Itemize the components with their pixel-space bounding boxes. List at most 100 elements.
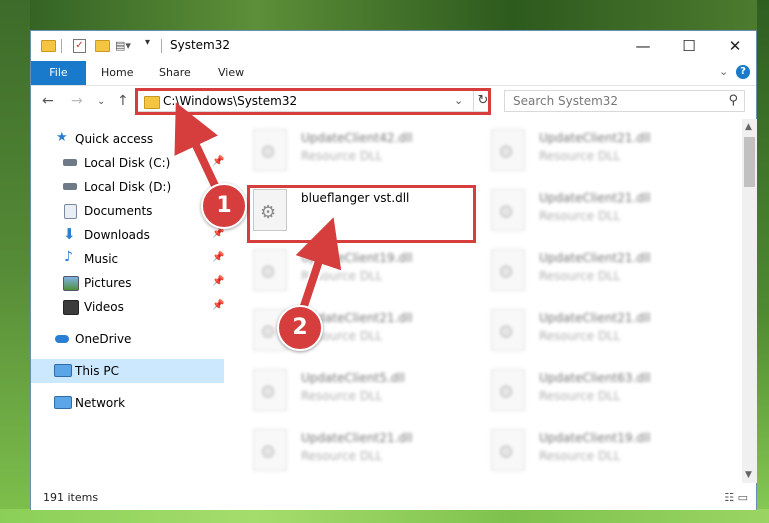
recent-locations-icon[interactable]: ⌄ xyxy=(97,96,105,107)
up-icon[interactable]: ↑ xyxy=(117,93,129,109)
file-type: Resource DLL xyxy=(301,269,383,283)
sidebar-item-label: OneDrive xyxy=(75,332,132,346)
file-type: Resource DLL xyxy=(539,389,621,403)
dll-file-icon: ⚙ xyxy=(491,249,525,291)
maximize-button[interactable]: ☐ xyxy=(666,31,712,61)
gear-icon: ⚙ xyxy=(498,202,515,223)
file-type: Resource DLL xyxy=(539,269,621,283)
quick-access-dropdown-icon[interactable]: ▾ xyxy=(145,37,150,53)
drive-icon xyxy=(63,183,77,190)
list-item[interactable]: ⚙ UpdateClient63.dll Resource DLL xyxy=(491,369,717,423)
sidebar-item-label: Videos xyxy=(84,300,124,314)
list-item[interactable]: ⚙ UpdateClient21.dll Resource DLL xyxy=(253,429,479,483)
sidebar-item-onedrive[interactable]: OneDrive xyxy=(31,327,224,351)
file-type: Resource DLL xyxy=(539,209,621,223)
gear-icon: ⚙ xyxy=(260,382,277,403)
list-item[interactable]: ⚙ UpdateClient21.dll Resource DLL xyxy=(491,249,717,303)
file-type: Resource DLL xyxy=(539,449,621,463)
list-item[interactable]: ⚙ UpdateClient19.dll Resource DLL xyxy=(491,429,717,483)
pictures-icon xyxy=(63,276,79,291)
sidebar-item-network[interactable]: Network xyxy=(31,391,224,415)
forward-icon[interactable]: → xyxy=(71,93,83,109)
sidebar-item-local-disk-c[interactable]: Local Disk (C:) 📌 xyxy=(31,151,224,175)
sidebar-item-label: Quick access xyxy=(75,132,154,146)
scroll-down-icon[interactable]: ▼ xyxy=(745,470,752,480)
sidebar-item-local-disk-d[interactable]: Local Disk (D:) xyxy=(31,175,224,199)
list-item[interactable]: ⚙ UpdateClient21.dll Resource DLL xyxy=(491,129,717,183)
sidebar-item-videos[interactable]: Videos 📌 xyxy=(31,295,224,319)
gear-icon: ⚙ xyxy=(260,142,277,163)
search-input[interactable]: Search System32 ⚲ xyxy=(504,90,745,112)
properties-check-icon[interactable]: ✓ xyxy=(73,39,86,53)
sidebar-item-downloads[interactable]: ⬇ Downloads 📌 xyxy=(31,223,224,247)
step-2-badge: 2 xyxy=(277,305,323,351)
desktop-background-bottom xyxy=(0,509,769,523)
navigation-pane: ★ Quick access Local Disk (C:) 📌 Local D… xyxy=(31,119,224,483)
toolbar-separator xyxy=(61,39,62,53)
dll-file-icon: ⚙ xyxy=(491,369,525,411)
sidebar-item-quick-access[interactable]: ★ Quick access xyxy=(31,127,224,151)
search-placeholder: Search System32 xyxy=(513,94,619,108)
search-icon[interactable]: ⚲ xyxy=(728,93,738,108)
sidebar-item-label: Local Disk (D:) xyxy=(84,180,172,194)
list-item[interactable]: ⚙ UpdateClient21.dll Resource DLL xyxy=(491,309,717,363)
file-name: UpdateClient5.dll xyxy=(301,371,405,385)
tab-view[interactable]: View xyxy=(218,61,244,85)
minimize-button[interactable]: — xyxy=(620,31,666,61)
file-type: Resource DLL xyxy=(301,149,383,163)
network-icon xyxy=(54,396,72,409)
dll-file-icon: ⚙ xyxy=(253,129,287,171)
address-highlight-box xyxy=(135,88,491,115)
drive-icon xyxy=(63,159,77,166)
list-item[interactable]: ⚙ UpdateClient21.dll Resource DLL xyxy=(491,189,717,243)
sidebar-item-label: Downloads xyxy=(84,228,150,242)
gear-icon: ⚙ xyxy=(260,322,277,343)
star-icon: ★ xyxy=(56,130,68,145)
desktop-background-left xyxy=(0,0,30,523)
sidebar-item-label: Local Disk (C:) xyxy=(84,156,171,170)
vertical-scrollbar[interactable]: ▲ ▼ xyxy=(742,119,757,483)
scroll-up-icon[interactable]: ▲ xyxy=(745,122,752,132)
list-item[interactable]: ⚙ UpdateClient5.dll Resource DLL xyxy=(253,369,479,423)
help-icon[interactable]: ? xyxy=(736,65,750,79)
tab-share[interactable]: Share xyxy=(159,61,191,85)
gear-icon: ⚙ xyxy=(498,442,515,463)
pin-icon: 📌 xyxy=(212,252,225,263)
status-bar: 191 items ☷ ▭ xyxy=(31,486,756,510)
back-icon[interactable]: ← xyxy=(42,93,54,109)
list-item[interactable]: ⚙ UpdateClient42.dll Resource DLL xyxy=(253,129,479,183)
sidebar-item-music[interactable]: ♪ Music 📌 xyxy=(31,247,224,271)
list-item[interactable]: ⚙ UpdateClient19.dll Resource DLL xyxy=(253,249,479,303)
gear-icon: ⚙ xyxy=(498,262,515,283)
window-title: System32 xyxy=(170,38,231,52)
sidebar-item-label: Network xyxy=(75,396,126,410)
dll-file-icon: ⚙ xyxy=(491,129,525,171)
tab-home[interactable]: Home xyxy=(101,61,133,85)
customize-toolbar-icon[interactable]: ▤▾ xyxy=(115,39,131,55)
gear-icon: ⚙ xyxy=(260,442,277,463)
file-highlight-box xyxy=(247,185,476,243)
videos-icon xyxy=(63,300,79,315)
pc-icon xyxy=(54,364,72,377)
dll-file-icon: ⚙ xyxy=(253,369,287,411)
ribbon-tabs: File Home Share View ⌄ ? xyxy=(31,61,756,86)
downloads-icon: ⬇ xyxy=(63,225,76,243)
pin-icon: 📌 xyxy=(212,228,225,239)
documents-icon xyxy=(64,204,77,219)
expand-ribbon-icon[interactable]: ⌄ xyxy=(719,65,728,78)
view-toggle-icons[interactable]: ☷ ▭ xyxy=(724,491,748,504)
sidebar-item-pictures[interactable]: Pictures 📌 xyxy=(31,271,224,295)
title-separator xyxy=(161,39,162,53)
scrollbar-thumb[interactable] xyxy=(744,137,755,187)
sidebar-item-label: Music xyxy=(84,252,119,266)
sidebar-item-label: This PC xyxy=(75,364,119,378)
file-name: UpdateClient42.dll xyxy=(301,131,413,145)
new-folder-icon[interactable] xyxy=(95,40,110,52)
file-name: UpdateClient21.dll xyxy=(539,191,651,205)
pin-icon: 📌 xyxy=(212,276,225,287)
file-name: UpdateClient21.dll xyxy=(539,311,651,325)
sidebar-item-documents[interactable]: Documents 📌 xyxy=(31,199,224,223)
sidebar-item-this-pc[interactable]: This PC xyxy=(31,359,224,383)
close-button[interactable]: ✕ xyxy=(712,31,758,61)
tab-file[interactable]: File xyxy=(31,61,86,85)
